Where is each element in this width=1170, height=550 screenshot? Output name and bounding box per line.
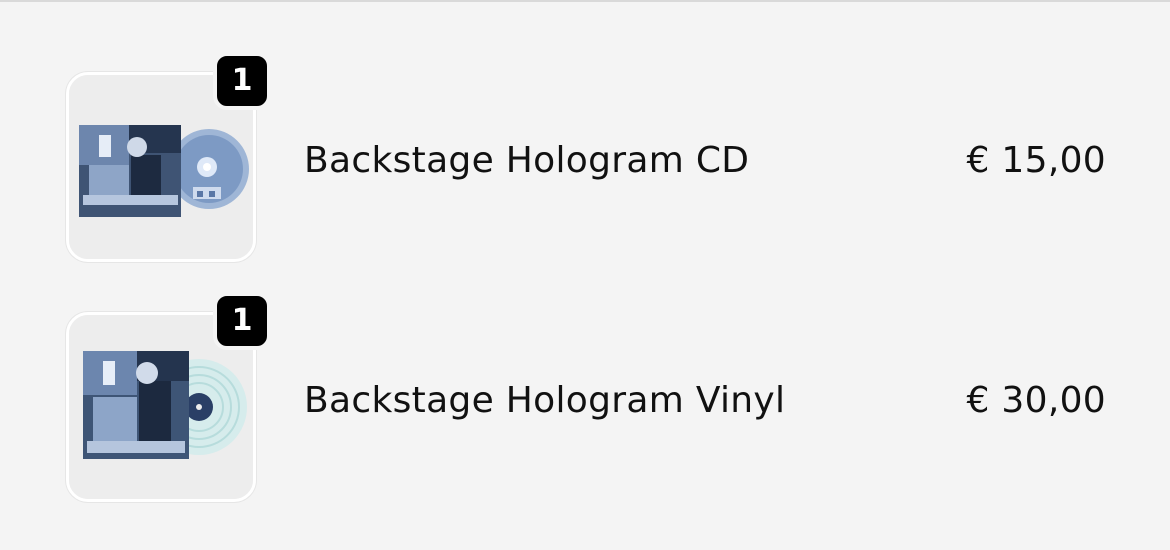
product-name[interactable]: Backstage Hologram CD bbox=[304, 139, 749, 183]
product-thumbnail[interactable]: 1 bbox=[66, 52, 271, 262]
cart-item-list: 1 Backstage Hologram CD € 15,00 1 Backst… bbox=[0, 0, 1170, 550]
quantity-badge: 1 bbox=[213, 292, 271, 350]
cart-item[interactable]: 1 Backstage Hologram CD € 15,00 bbox=[0, 52, 1170, 262]
product-price: € 15,00 bbox=[966, 140, 1106, 181]
product-thumbnail[interactable]: 1 bbox=[66, 292, 271, 502]
quantity-badge: 1 bbox=[213, 52, 271, 110]
cart-item[interactable]: 1 Backstage Hologram Vinyl € 30,00 bbox=[0, 292, 1170, 502]
product-price: € 30,00 bbox=[966, 380, 1106, 421]
product-name[interactable]: Backstage Hologram Vinyl bbox=[304, 379, 785, 423]
